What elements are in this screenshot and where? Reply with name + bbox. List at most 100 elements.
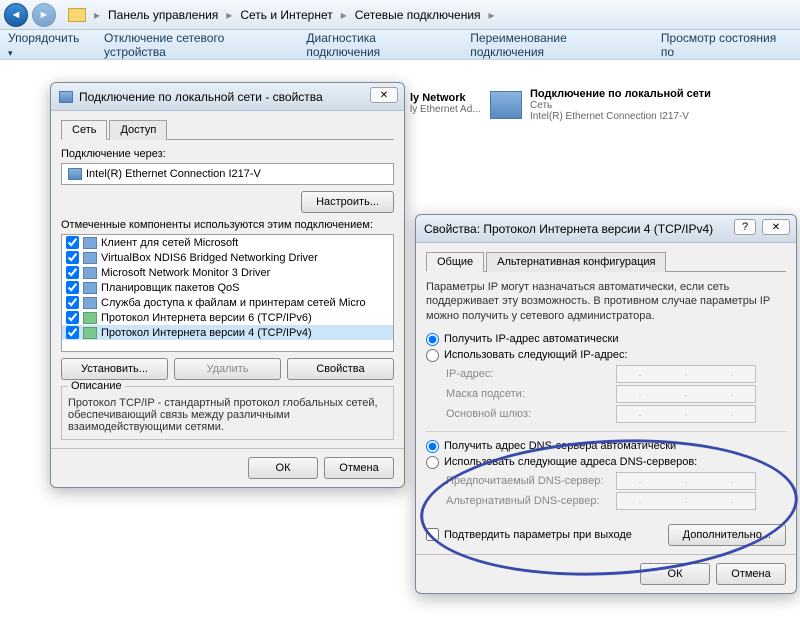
breadcrumb-item[interactable]: Сеть и Интернет: [236, 8, 336, 22]
dns-auto-radio-row[interactable]: Получить адрес DNS-сервера автоматически: [426, 440, 786, 453]
ip-auto-label: Получить IP-адрес автоматически: [444, 333, 618, 345]
network-item-title: ly Network: [410, 92, 481, 104]
component-icon: [83, 312, 97, 324]
close-button[interactable]: ✕: [370, 87, 398, 103]
tcpip-properties-dialog: Свойства: Протокол Интернета версии 4 (T…: [415, 214, 797, 594]
folder-icon: [68, 8, 86, 22]
configure-button[interactable]: Настроить...: [301, 191, 394, 213]
list-item[interactable]: Клиент для сетей Microsoft: [62, 235, 393, 250]
ip-manual-label: Использовать следующий IP-адрес:: [444, 349, 628, 361]
tabs: Сеть Доступ: [61, 119, 394, 140]
tab-network[interactable]: Сеть: [61, 120, 107, 140]
connection-properties-dialog: Подключение по локальной сети - свойства…: [50, 82, 405, 488]
tab-alternate[interactable]: Альтернативная конфигурация: [486, 252, 666, 272]
components-listbox[interactable]: Клиент для сетей Microsoft VirtualBox ND…: [61, 234, 394, 352]
component-checkbox[interactable]: [66, 311, 79, 324]
explorer-toolbar: Упорядочить Отключение сетевого устройст…: [0, 30, 800, 60]
dialog-footer: ОК Отмена: [51, 448, 404, 487]
status-button[interactable]: Просмотр состояния по: [661, 31, 792, 59]
subnet-mask-label: Маска подсети:: [446, 388, 616, 400]
dns-auto-radio[interactable]: [426, 440, 439, 453]
description-group: Описание Протокол TCP/IP - стандартный п…: [61, 386, 394, 440]
uninstall-button[interactable]: Удалить: [174, 358, 281, 380]
dialog-title: Подключение по локальной сети - свойства: [79, 90, 323, 104]
breadcrumb-item[interactable]: Сетевые подключения: [351, 8, 485, 22]
network-item-sub: Сеть: [530, 100, 711, 111]
component-label: Протокол Интернета версии 6 (TCP/IPv6): [101, 312, 312, 324]
tab-sharing[interactable]: Доступ: [109, 120, 167, 140]
components-label: Отмеченные компоненты используются этим …: [61, 219, 394, 231]
dns-preferred-field: ...: [616, 472, 756, 490]
list-item[interactable]: Служба доступа к файлам и принтерам сете…: [62, 295, 393, 310]
dialog-titlebar[interactable]: Свойства: Протокол Интернета версии 4 (T…: [416, 215, 796, 243]
list-item[interactable]: VirtualBox NDIS6 Bridged Networking Driv…: [62, 250, 393, 265]
validate-checkbox[interactable]: [426, 528, 439, 541]
adapter-name: Intel(R) Ethernet Connection I217-V: [86, 168, 261, 180]
close-button[interactable]: ✕: [762, 219, 790, 235]
cancel-button[interactable]: Отмена: [716, 563, 786, 585]
breadcrumb: ▸ Панель управления ▸ Сеть и Интернет ▸ …: [68, 8, 499, 22]
breadcrumb-item[interactable]: Панель управления: [104, 8, 222, 22]
component-label: VirtualBox NDIS6 Bridged Networking Driv…: [101, 252, 318, 264]
diagnose-button[interactable]: Диагностика подключения: [306, 31, 452, 59]
network-item[interactable]: Подключение по локальной сети Сеть Intel…: [490, 88, 711, 122]
gateway-label: Основной шлюз:: [446, 408, 616, 420]
adapter-field: Intel(R) Ethernet Connection I217-V: [61, 163, 394, 185]
component-checkbox[interactable]: [66, 236, 79, 249]
component-icon: [83, 267, 97, 279]
connect-via-label: Подключение через:: [61, 148, 394, 160]
network-item-sub: ly Ethernet Ad...: [410, 104, 481, 115]
dns-alt-label: Альтернативный DNS-сервер:: [446, 495, 616, 507]
disable-device-button[interactable]: Отключение сетевого устройства: [104, 31, 288, 59]
network-item-title: Подключение по локальной сети: [530, 88, 711, 100]
network-item-sub: Intel(R) Ethernet Connection I217-V: [530, 111, 711, 122]
component-label: Протокол Интернета версии 4 (TCP/IPv4): [101, 327, 312, 339]
description-text: Протокол TCP/IP - стандартный протокол г…: [68, 397, 387, 433]
list-item[interactable]: Планировщик пакетов QoS: [62, 280, 393, 295]
validate-label: Подтвердить параметры при выходе: [444, 529, 632, 541]
advanced-button[interactable]: Дополнительно...: [668, 524, 786, 546]
adapter-icon: [68, 168, 82, 180]
adapter-icon: [59, 91, 73, 103]
component-label: Планировщик пакетов QoS: [101, 282, 240, 294]
dns-manual-label: Использовать следующие адреса DNS-сервер…: [444, 456, 697, 468]
ip-manual-radio[interactable]: [426, 349, 439, 362]
properties-button[interactable]: Свойства: [287, 358, 394, 380]
nav-back-button[interactable]: ◄: [4, 3, 28, 27]
ip-auto-radio[interactable]: [426, 333, 439, 346]
component-checkbox[interactable]: [66, 296, 79, 309]
list-item[interactable]: Microsoft Network Monitor 3 Driver: [62, 265, 393, 280]
nav-forward-button: ►: [32, 3, 56, 27]
component-label: Microsoft Network Monitor 3 Driver: [101, 267, 270, 279]
dns-alt-field: ...: [616, 492, 756, 510]
rename-button[interactable]: Переименование подключения: [470, 31, 643, 59]
network-item[interactable]: ly Network ly Ethernet Ad...: [410, 92, 481, 115]
ip-address-field: ...: [616, 365, 756, 383]
component-icon: [83, 327, 97, 339]
list-item[interactable]: Протокол Интернета версии 4 (TCP/IPv4): [62, 325, 393, 340]
explorer-content: ly Network ly Ethernet Ad... Подключение…: [0, 60, 800, 642]
component-checkbox[interactable]: [66, 326, 79, 339]
component-checkbox[interactable]: [66, 251, 79, 264]
gateway-field: ...: [616, 405, 756, 423]
ip-auto-radio-row[interactable]: Получить IP-адрес автоматически: [426, 333, 786, 346]
dns-manual-radio[interactable]: [426, 456, 439, 469]
dialog-titlebar[interactable]: Подключение по локальной сети - свойства…: [51, 83, 404, 111]
organize-menu[interactable]: Упорядочить: [8, 31, 86, 59]
tab-general[interactable]: Общие: [426, 252, 484, 272]
dns-preferred-label: Предпочитаемый DNS-сервер:: [446, 475, 616, 487]
dialog-title: Свойства: Протокол Интернета версии 4 (T…: [424, 222, 713, 236]
ok-button[interactable]: ОК: [248, 457, 318, 479]
dns-manual-radio-row[interactable]: Использовать следующие адреса DNS-сервер…: [426, 456, 786, 469]
ip-manual-radio-row[interactable]: Использовать следующий IP-адрес:: [426, 349, 786, 362]
ok-button[interactable]: ОК: [640, 563, 710, 585]
list-item[interactable]: Протокол Интернета версии 6 (TCP/IPv6): [62, 310, 393, 325]
dns-auto-label: Получить адрес DNS-сервера автоматически: [444, 440, 676, 452]
component-checkbox[interactable]: [66, 281, 79, 294]
install-button[interactable]: Установить...: [61, 358, 168, 380]
component-icon: [83, 237, 97, 249]
cancel-button[interactable]: Отмена: [324, 457, 394, 479]
component-checkbox[interactable]: [66, 266, 79, 279]
help-button[interactable]: ?: [734, 219, 756, 235]
component-icon: [83, 252, 97, 264]
